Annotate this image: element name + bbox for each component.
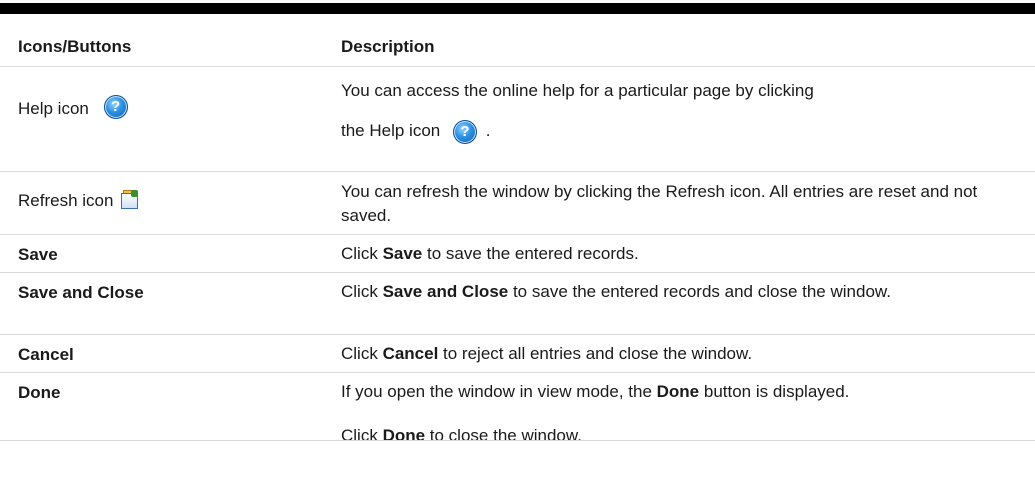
row-name-save: Save [18, 245, 58, 264]
row-name-help: Help icon ? [18, 95, 128, 119]
table-top-rule [0, 3, 1035, 14]
row-divider [0, 440, 1035, 441]
row-desc-help: You can access the online help for a par… [341, 79, 1021, 144]
row-desc-save: Click Save to save the entered records. [341, 244, 639, 263]
table-row-save: Save Click Save to save the entered reco… [0, 235, 1035, 273]
row-desc-refresh: You can refresh the window by clicking t… [341, 182, 978, 225]
help-icon: ? [103, 95, 128, 119]
row-name-cancel: Cancel [18, 345, 74, 364]
table-row-save-and-close: Save and Close Click Save and Close to s… [0, 273, 1035, 335]
help-icon: ? [452, 119, 477, 144]
table-row-done: Done If you open the window in view mode… [0, 373, 1035, 502]
row-desc-cancel: Click Cancel to reject all entries and c… [341, 344, 753, 363]
row-name-done: Done [18, 383, 61, 402]
table-row-cancel: Cancel Click Cancel to reject all entrie… [0, 335, 1035, 373]
row-desc-save-and-close: Click Save and Close to save the entered… [341, 282, 891, 301]
row-name-refresh: Refresh icon [18, 190, 139, 211]
header-description: Description [341, 37, 435, 56]
row-desc-done: If you open the window in view mode, the… [0, 380, 1035, 448]
table-header: Icons/Buttons Description [0, 14, 1035, 67]
table-row-refresh: Refresh icon You can refresh the window … [0, 172, 1035, 235]
row-name-save-and-close: Save and Close [18, 283, 144, 302]
header-icons-buttons: Icons/Buttons [18, 37, 132, 56]
refresh-icon [120, 190, 139, 209]
table-row-help: Help icon ? You can access the online he… [0, 67, 1035, 172]
